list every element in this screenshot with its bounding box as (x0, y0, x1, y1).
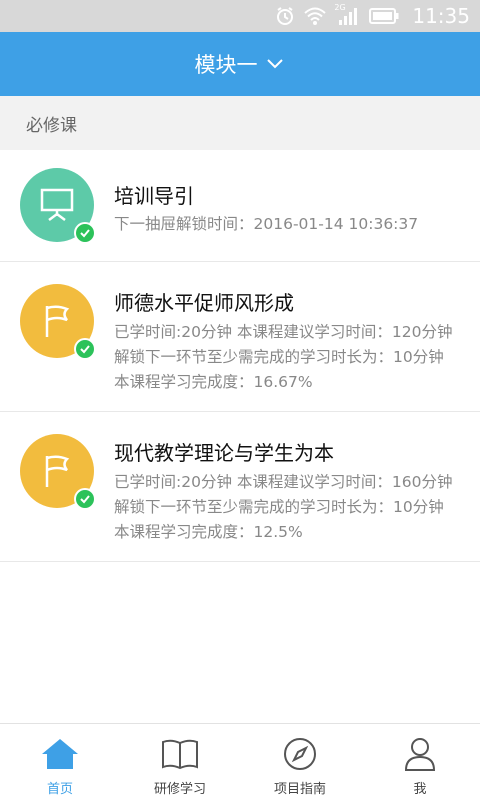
flag-icon (20, 284, 96, 360)
course-desc: 已学时间:20分钟 本课程建议学习时间：120分钟 解锁下一环节至少需完成的学习… (114, 323, 453, 391)
chevron-down-icon (266, 54, 286, 74)
module-selector[interactable]: 模块一 (195, 49, 286, 79)
bottom-nav: 首页 研修学习 项目指南 我 (0, 723, 480, 800)
nav-study[interactable]: 研修学习 (120, 724, 240, 800)
check-icon (74, 222, 96, 244)
wifi-icon (304, 5, 327, 27)
nav-home[interactable]: 首页 (0, 724, 120, 800)
course-list: 培训导引 下一抽屉解锁时间：2016-01-14 10:36:37 师德水平促师… (0, 150, 480, 562)
nav-label: 首页 (46, 782, 73, 797)
course-title: 现代教学理论与学生为本 (114, 441, 334, 465)
check-icon (74, 338, 96, 360)
book-icon (160, 734, 200, 774)
header-title: 模块一 (194, 53, 258, 77)
signal-icon: 2G (334, 3, 360, 27)
course-item-teaching-theory[interactable]: 现代教学理论与学生为本 已学时间:20分钟 本课程建议学习时间：160分钟 解锁… (0, 412, 480, 562)
battery-icon (368, 5, 400, 27)
presentation-board-icon (20, 168, 96, 244)
nav-label: 我 (413, 782, 427, 797)
course-item-ethics[interactable]: 师德水平促师风形成 已学时间:20分钟 本课程建议学习时间：120分钟 解锁下一… (0, 262, 480, 412)
app-header: 模块一 (0, 32, 480, 96)
course-desc: 下一抽屉解锁时间：2016-01-14 10:36:37 (114, 215, 419, 233)
user-icon (400, 734, 440, 774)
compass-icon (280, 734, 320, 774)
nav-guide[interactable]: 项目指南 (240, 724, 360, 800)
section-header: 必修课 (0, 96, 480, 150)
nav-label: 项目指南 (273, 782, 326, 797)
check-icon (74, 488, 96, 510)
network-type-label: 2G (334, 3, 346, 12)
course-item-guide[interactable]: 培训导引 下一抽屉解锁时间：2016-01-14 10:36:37 (0, 150, 480, 262)
course-title: 培训导引 (114, 184, 194, 208)
status-bar: 2G 11:35 (0, 0, 480, 32)
nav-label: 研修学习 (153, 782, 206, 797)
course-desc: 已学时间:20分钟 本课程建议学习时间：160分钟 解锁下一环节至少需完成的学习… (114, 473, 453, 541)
status-time: 11:35 (412, 4, 470, 28)
home-icon (40, 734, 80, 774)
flag-icon (20, 434, 96, 510)
nav-me[interactable]: 我 (360, 724, 480, 800)
alarm-icon (274, 5, 296, 27)
course-title: 师德水平促师风形成 (114, 291, 294, 315)
